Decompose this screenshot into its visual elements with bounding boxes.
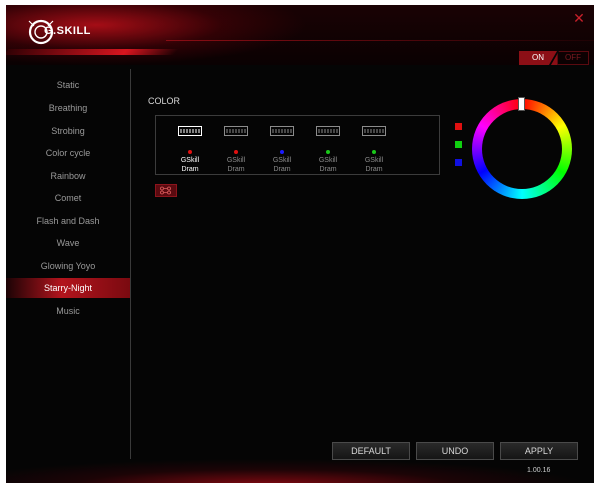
sidebar-item-wave[interactable]: Wave <box>6 233 130 253</box>
sidebar-item-rainbow[interactable]: Rainbow <box>6 166 130 186</box>
module-label: GSkill Dram <box>356 156 392 174</box>
module-color-indicator <box>188 150 192 154</box>
link-modules-icon <box>160 186 171 195</box>
link-modules-button[interactable] <box>155 184 177 197</box>
color-wheel-center <box>482 109 562 189</box>
module-label-line1: GSkill <box>180 157 200 164</box>
module-color-indicator <box>280 150 284 154</box>
color-section-label: COLOR <box>148 96 181 106</box>
close-icon[interactable]: ✕ <box>572 11 586 25</box>
sidebar-item-glowing-yoyo[interactable]: Glowing Yoyo <box>6 256 130 276</box>
module-label-line2: Dram <box>181 166 199 173</box>
app-window: G.SKILL ✕ ON OFF Static Breathing Strobi… <box>6 5 594 483</box>
dram-stick-icon <box>224 126 248 136</box>
module-label: GSkill Dram <box>264 156 300 174</box>
sidebar-item-breathing[interactable]: Breathing <box>6 98 130 118</box>
sidebar-item-color-cycle[interactable]: Color cycle <box>6 143 130 163</box>
power-toggle[interactable]: ON OFF <box>519 50 589 66</box>
dram-module-3[interactable]: GSkill Dram <box>264 126 300 174</box>
logo-text: G.SKILL <box>44 25 91 37</box>
module-label: GSkill Dram <box>172 156 208 174</box>
swatch-blue[interactable] <box>455 159 462 166</box>
header-decoration <box>6 49 179 55</box>
module-label-line2: Dram <box>273 166 291 173</box>
title-bar: G.SKILL ✕ ON OFF <box>6 5 594 66</box>
toggle-off[interactable]: OFF <box>557 51 589 65</box>
swatch-green[interactable] <box>455 141 462 148</box>
apply-button[interactable]: APPLY <box>500 442 578 460</box>
dram-module-1[interactable]: GSkill Dram <box>172 126 208 174</box>
module-label-line2: Dram <box>365 166 383 173</box>
module-label-line2: Dram <box>227 166 245 173</box>
version-label: 1.00.16 <box>527 467 551 474</box>
dram-stick-icon <box>178 126 202 136</box>
module-label-line2: Dram <box>319 166 337 173</box>
dram-module-panel: GSkill Dram GSkill Dram GSkill Dram GSki… <box>155 115 440 175</box>
sidebar-divider <box>130 69 131 459</box>
sidebar-item-static[interactable]: Static <box>6 75 130 95</box>
module-label: GSkill Dram <box>310 156 346 174</box>
sidebar-item-strobing[interactable]: Strobing <box>6 121 130 141</box>
sidebar-item-flash-and-dash[interactable]: Flash and Dash <box>6 211 130 231</box>
module-label-line1: GSkill <box>318 157 338 164</box>
module-label-line1: GSkill <box>226 157 246 164</box>
color-wheel[interactable] <box>472 97 572 199</box>
dram-stick-icon <box>316 126 340 136</box>
default-button[interactable]: DEFAULT <box>332 442 410 460</box>
module-label-line1: GSkill <box>364 157 384 164</box>
dram-stick-icon <box>362 126 386 136</box>
color-wheel-handle[interactable] <box>518 97 525 111</box>
sidebar-item-starry-night[interactable]: Starry-Night <box>6 278 130 298</box>
dram-module-4[interactable]: GSkill Dram <box>310 126 346 174</box>
sidebar-item-music[interactable]: Music <box>6 301 130 321</box>
module-color-indicator <box>372 150 376 154</box>
header-line <box>166 40 594 41</box>
module-label: GSkill Dram <box>218 156 254 174</box>
module-color-indicator <box>234 150 238 154</box>
footer-glow <box>6 457 594 483</box>
dram-module-5[interactable]: GSkill Dram <box>356 126 392 174</box>
module-label-line1: GSkill <box>272 157 292 164</box>
sidebar-item-comet[interactable]: Comet <box>6 188 130 208</box>
dram-module-2[interactable]: GSkill Dram <box>218 126 254 174</box>
swatch-red[interactable] <box>455 123 462 130</box>
module-color-indicator <box>326 150 330 154</box>
dram-stick-icon <box>270 126 294 136</box>
undo-button[interactable]: UNDO <box>416 442 494 460</box>
